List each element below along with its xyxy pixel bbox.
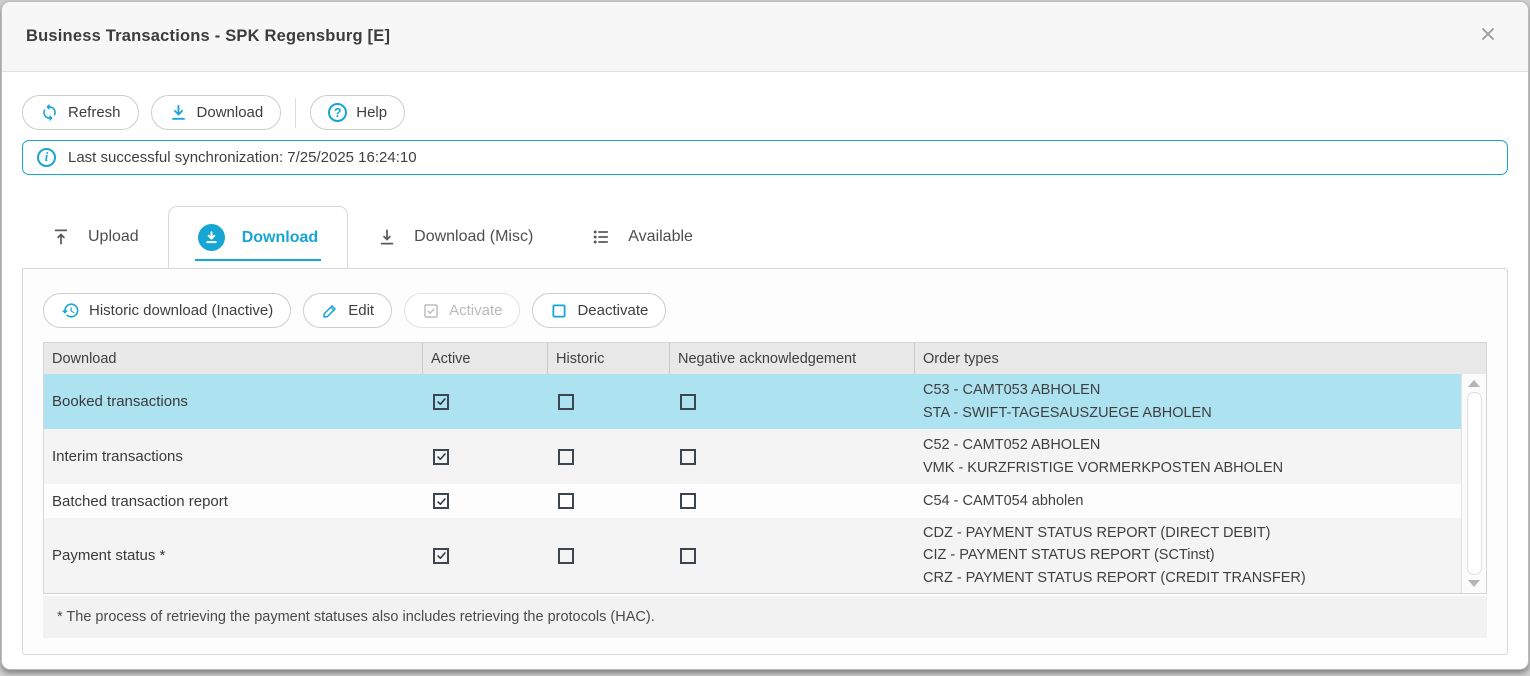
scrollbar-thumb[interactable] — [1467, 392, 1482, 575]
download-button-label: Download — [197, 104, 264, 121]
checkbox-checked-icon — [422, 302, 440, 320]
toolbar-separator — [295, 98, 296, 128]
deactivate-button-label: Deactivate — [577, 302, 648, 319]
list-icon — [591, 227, 611, 247]
dialog-titlebar: Business Transactions - SPK Regensburg [… — [2, 2, 1528, 72]
tab-bar: Upload Download Download (Misc) Availabl… — [22, 206, 1508, 268]
deactivate-button[interactable]: Deactivate — [532, 293, 666, 328]
order-type: CDZ - PAYMENT STATUS REPORT (DIRECT DEBI… — [923, 522, 1271, 545]
active-checkbox[interactable] — [433, 394, 449, 410]
tab-available[interactable]: Available — [562, 206, 722, 268]
refresh-icon — [40, 103, 59, 122]
active-checkbox[interactable] — [433, 449, 449, 465]
panel-toolbar: Historic download (Inactive) Edit Activa… — [43, 293, 1487, 328]
table-footnote: * The process of retrieving the payment … — [43, 596, 1487, 638]
edit-button-label: Edit — [348, 302, 374, 319]
row-label: Interim transactions — [44, 429, 423, 484]
column-header-order-types[interactable]: Order types — [915, 343, 1486, 374]
column-header-active[interactable]: Active — [423, 343, 548, 374]
tab-download-misc[interactable]: Download (Misc) — [348, 206, 562, 268]
checkbox-empty-icon — [550, 302, 568, 320]
historic-checkbox[interactable] — [558, 493, 574, 509]
close-button[interactable] — [1478, 24, 1498, 49]
historic-checkbox[interactable] — [558, 548, 574, 564]
active-checkbox[interactable] — [433, 493, 449, 509]
dialog-title: Business Transactions - SPK Regensburg [… — [26, 27, 390, 46]
info-icon: i — [37, 148, 56, 167]
historic-download-button[interactable]: Historic download (Inactive) — [43, 293, 291, 328]
order-type: C52 - CAMT052 ABHOLEN — [923, 434, 1100, 457]
historic-download-button-label: Historic download (Inactive) — [89, 302, 273, 319]
activate-button-label: Activate — [449, 302, 502, 319]
order-type: STA - SWIFT-TAGESAUSZUEGE ABHOLEN — [923, 402, 1212, 425]
tab-available-label: Available — [628, 228, 693, 246]
upload-icon — [51, 227, 71, 247]
negative-ack-checkbox[interactable] — [680, 394, 696, 410]
help-icon: ? — [328, 103, 347, 122]
historic-checkbox[interactable] — [558, 394, 574, 410]
order-type: C54 - CAMT054 abholen — [923, 490, 1083, 513]
tab-upload-label: Upload — [88, 228, 139, 246]
negative-ack-checkbox[interactable] — [680, 548, 696, 564]
help-button[interactable]: ? Help — [310, 95, 405, 130]
table-body: Booked transactions — [44, 374, 1486, 593]
downloads-table: Download Active Historic Negative acknow… — [43, 342, 1487, 594]
table-header-row: Download Active Historic Negative acknow… — [44, 343, 1486, 374]
column-header-negative-acknowledgement[interactable]: Negative acknowledgement — [670, 343, 915, 374]
edit-button[interactable]: Edit — [303, 293, 392, 328]
tab-upload[interactable]: Upload — [22, 206, 168, 268]
pencil-icon — [321, 302, 339, 320]
negative-ack-checkbox[interactable] — [680, 493, 696, 509]
active-tab-underline — [195, 259, 321, 261]
table-row-payment-status[interactable]: Payment status * — [44, 518, 1461, 593]
download-circle-icon — [198, 224, 225, 251]
row-label: Batched transaction report — [44, 484, 423, 518]
order-type: CRZ - PAYMENT STATUS REPORT (CREDIT TRAN… — [923, 567, 1306, 590]
column-header-download[interactable]: Download — [44, 343, 423, 374]
negative-ack-checkbox[interactable] — [680, 449, 696, 465]
order-type: C53 - CAMT053 ABHOLEN — [923, 379, 1100, 402]
order-type: VMK - KURZFRISTIGE VORMERKPOSTEN ABHOLEN — [923, 457, 1283, 480]
row-label: Payment status * — [44, 518, 423, 593]
sync-info-bar: i Last successful synchronization: 7/25/… — [22, 140, 1508, 175]
history-icon — [61, 301, 80, 320]
refresh-button[interactable]: Refresh — [22, 95, 139, 130]
row-label: Booked transactions — [44, 374, 423, 429]
sync-info-text: Last successful synchronization: 7/25/20… — [68, 149, 417, 166]
column-header-historic[interactable]: Historic — [548, 343, 670, 374]
tab-download-misc-label: Download (Misc) — [414, 228, 533, 246]
order-type: CIZ - PAYMENT STATUS REPORT (SCTinst) — [923, 544, 1215, 567]
historic-checkbox[interactable] — [558, 449, 574, 465]
scroll-up-icon[interactable] — [1468, 380, 1480, 387]
scroll-down-icon[interactable] — [1468, 580, 1480, 587]
table-rows: Booked transactions — [44, 374, 1461, 593]
refresh-button-label: Refresh — [68, 104, 121, 121]
main-toolbar: Refresh Download ? Help — [22, 95, 1508, 130]
close-icon — [1478, 24, 1498, 49]
table-scrollbar[interactable] — [1461, 374, 1486, 593]
activate-button[interactable]: Activate — [404, 293, 520, 328]
download-misc-icon — [377, 227, 397, 247]
help-button-label: Help — [356, 104, 387, 121]
tab-download[interactable]: Download — [168, 206, 348, 268]
tab-download-label: Download — [242, 229, 318, 247]
business-transactions-dialog: Business Transactions - SPK Regensburg [… — [1, 1, 1529, 670]
download-tab-panel: Historic download (Inactive) Edit Activa… — [22, 268, 1508, 655]
download-icon — [169, 103, 188, 122]
download-button[interactable]: Download — [151, 95, 282, 130]
table-row-booked-transactions[interactable]: Booked transactions — [44, 374, 1461, 429]
table-row-interim-transactions[interactable]: Interim transactions — [44, 429, 1461, 484]
table-row-batched-transaction-report[interactable]: Batched transaction report — [44, 484, 1461, 518]
active-checkbox[interactable] — [433, 548, 449, 564]
